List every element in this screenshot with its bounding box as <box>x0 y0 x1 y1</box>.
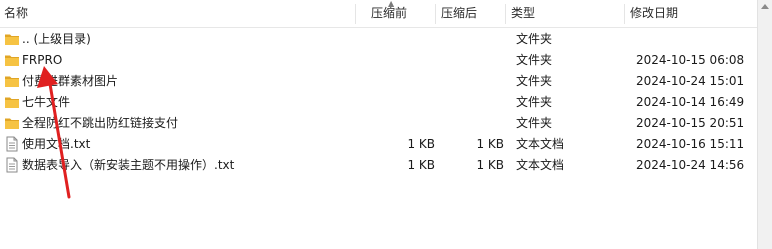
original-size-cell <box>438 92 504 113</box>
modified-date-cell: 2024-10-15 20:51 <box>636 116 745 130</box>
file-list-row[interactable]: .. (上级目录) 文件夹 <box>0 29 758 50</box>
modified-date-cell: 2024-10-24 14:56 <box>636 158 745 172</box>
scroll-up-arrow-icon[interactable] <box>761 4 769 9</box>
folder-icon <box>4 31 20 47</box>
file-name: 七牛文件 <box>22 95 71 109</box>
original-size-cell: 1 KB <box>476 158 504 172</box>
text-file-icon <box>4 157 20 173</box>
column-header-type[interactable]: 类型 <box>511 0 535 27</box>
file-name-cell[interactable]: 使用文档.txt <box>4 134 354 155</box>
file-name: .. (上级目录) <box>22 32 91 46</box>
compressed-size-cell <box>360 113 435 134</box>
file-name: FRPRO <box>22 53 63 67</box>
compressed-size-cell <box>360 71 435 92</box>
file-list-row[interactable]: 付费进群素材图片 文件夹 2024-10-24 15:01 <box>0 71 758 92</box>
column-divider[interactable] <box>624 4 625 24</box>
file-name-cell[interactable]: FRPRO <box>4 50 354 71</box>
file-type-cell: 文件夹 <box>516 95 553 109</box>
compressed-size-cell: 1 KB <box>407 158 435 172</box>
original-size-cell <box>438 50 504 71</box>
modified-date-cell: 2024-10-15 06:08 <box>636 53 745 67</box>
text-file-icon <box>4 136 20 152</box>
file-name-cell[interactable]: 全程防红不跳出防红链接支付 <box>4 113 354 134</box>
original-size-cell: 1 KB <box>476 137 504 151</box>
file-list-row[interactable]: FRPRO 文件夹 2024-10-15 06:08 <box>0 50 758 71</box>
modified-date-cell: 2024-10-16 15:11 <box>636 137 745 151</box>
file-type-cell: 文件夹 <box>516 74 553 88</box>
file-list-row[interactable]: 使用文档.txt 1 KB 1 KB 文本文档 2024-10-16 15:11 <box>0 134 758 155</box>
file-type-cell: 文本文档 <box>516 137 565 151</box>
compressed-size-cell <box>360 92 435 113</box>
modified-date-cell: 2024-10-14 16:49 <box>636 95 745 109</box>
file-type-cell: 文件夹 <box>516 116 553 130</box>
modified-date-cell <box>636 29 756 50</box>
original-size-cell <box>438 113 504 134</box>
original-size-cell <box>438 29 504 50</box>
original-size-cell <box>438 71 504 92</box>
compressed-size-cell: 1 KB <box>407 137 435 151</box>
column-header-bar: 名称 压缩前 ▲ 压缩后 类型 修改日期 <box>0 0 758 28</box>
file-list-row[interactable]: 全程防红不跳出防红链接支付 文件夹 2024-10-15 20:51 <box>0 113 758 134</box>
sort-ascending-icon: ▲ <box>388 0 395 8</box>
file-type-cell: 文件夹 <box>516 53 553 67</box>
file-name-cell[interactable]: 七牛文件 <box>4 92 354 113</box>
column-header-original-size[interactable]: 压缩后 <box>441 0 477 27</box>
file-name-cell[interactable]: .. (上级目录) <box>4 29 354 50</box>
vertical-scrollbar[interactable] <box>757 0 772 249</box>
column-header-modified[interactable]: 修改日期 <box>630 0 678 27</box>
folder-icon <box>4 94 20 110</box>
compressed-size-cell <box>360 50 435 71</box>
file-type-cell: 文件夹 <box>516 32 553 46</box>
column-divider[interactable] <box>355 4 356 24</box>
file-list: .. (上级目录) 文件夹 FRPRO 文件夹 2024-10-15 06:08 付费进群… <box>0 29 758 176</box>
file-name: 数据表导入（新安装主题不用操作）.txt <box>22 158 235 172</box>
folder-icon <box>4 73 20 89</box>
folder-icon <box>4 115 20 131</box>
file-name-cell[interactable]: 付费进群素材图片 <box>4 71 354 92</box>
file-list-row[interactable]: 七牛文件 文件夹 2024-10-14 16:49 <box>0 92 758 113</box>
file-list-window: 名称 压缩前 ▲ 压缩后 类型 修改日期 .. (上级目录) 文件夹 FRPRO 文件… <box>0 0 772 249</box>
file-name-cell[interactable]: 数据表导入（新安装主题不用操作）.txt <box>4 155 354 176</box>
column-divider[interactable] <box>435 4 436 24</box>
compressed-size-cell <box>360 29 435 50</box>
file-list-row[interactable]: 数据表导入（新安装主题不用操作）.txt 1 KB 1 KB 文本文档 2024-10-… <box>0 155 758 176</box>
column-header-name[interactable]: 名称 <box>4 0 28 27</box>
column-divider[interactable] <box>505 4 506 24</box>
file-name: 全程防红不跳出防红链接支付 <box>22 116 179 130</box>
modified-date-cell: 2024-10-24 15:01 <box>636 74 745 88</box>
file-name: 付费进群素材图片 <box>22 74 119 88</box>
file-name: 使用文档.txt <box>22 137 91 151</box>
file-type-cell: 文本文档 <box>516 158 565 172</box>
folder-icon <box>4 52 20 68</box>
